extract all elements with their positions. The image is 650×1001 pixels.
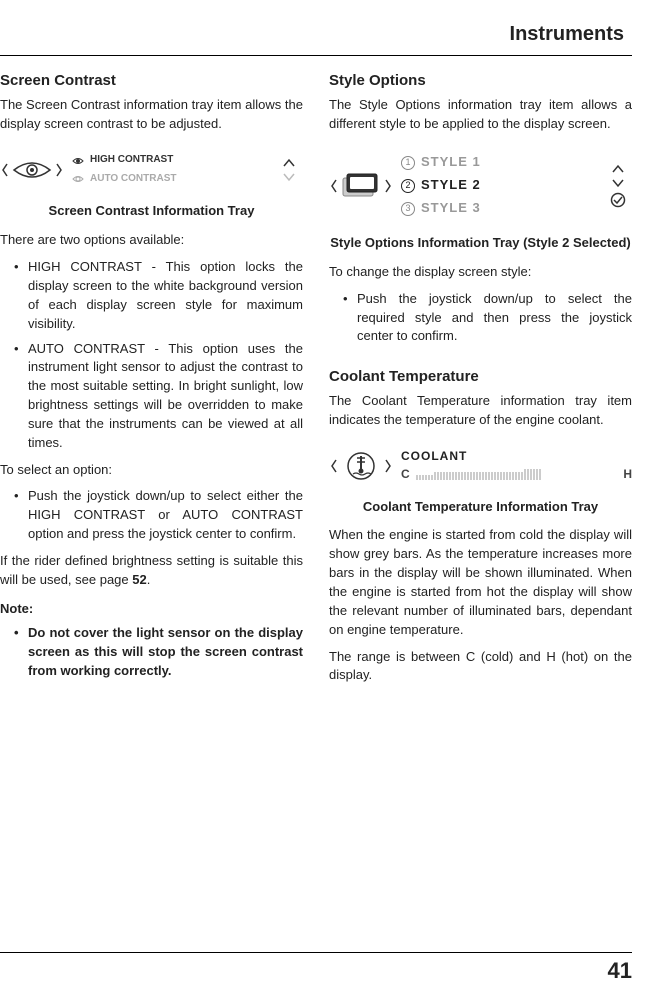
style-up-down-check — [604, 164, 632, 208]
style-row-1: 1 STYLE 1 — [401, 151, 596, 174]
bullet-push-joystick: Push the joystick down/up to select eith… — [14, 487, 303, 544]
contrast-up-down-arrows — [275, 158, 303, 182]
style-row-2: 2 STYLE 2 — [401, 174, 596, 197]
para-rider-brightness: If the rider defined brightness setting … — [0, 552, 303, 590]
footer-rule — [0, 952, 632, 953]
note-item: Do not cover the light sensor on the dis… — [14, 624, 303, 681]
para-coolant-behavior: When the engine is started from cold the… — [329, 526, 632, 639]
chevron-up-icon — [611, 164, 625, 174]
style-list: 1 STYLE 1 2 STYLE 2 3 STYLE 3 — [401, 151, 596, 220]
note-heading: Note: — [0, 600, 303, 619]
chevron-up-icon — [282, 158, 296, 168]
coolant-h-label: H — [623, 466, 632, 483]
page-header-title: Instruments — [510, 23, 624, 45]
bullet-style-push: Push the joystick down/up to select the … — [343, 290, 632, 347]
style-options-tray: 1 STYLE 1 2 STYLE 2 3 STYLE 3 — [329, 143, 632, 228]
caption-style-tray: Style Options Information Tray (Style 2 … — [329, 234, 632, 253]
style-number-2: 2 — [401, 179, 415, 193]
eye-nav-icon — [0, 154, 64, 186]
chevron-down-icon — [611, 178, 625, 188]
coolant-c-label: C — [401, 466, 410, 483]
contrast-options-list: HIGH CONTRAST AUTO CONTRAST — [72, 151, 267, 188]
screen-contrast-tray: HIGH CONTRAST AUTO CONTRAST — [0, 143, 303, 196]
right-column: Style Options The Style Options informat… — [329, 70, 632, 693]
heading-coolant: Coolant Temperature — [329, 366, 632, 388]
page-number: 41 — [608, 955, 632, 987]
para-style-intro: The Style Options information tray item … — [329, 96, 632, 134]
coolant-tray: COOLANT C H — [329, 440, 632, 492]
coolant-nav-icon — [329, 448, 393, 484]
caption-coolant-tray: Coolant Temperature Information Tray — [329, 498, 632, 517]
bullet-high-contrast: HIGH CONTRAST - This option locks the di… — [14, 258, 303, 333]
para-contrast-intro: The Screen Contrast information tray ite… — [0, 96, 303, 134]
coolant-label: COOLANT — [401, 448, 632, 465]
select-bullets: Push the joystick down/up to select eith… — [0, 487, 303, 544]
contrast-option-auto: AUTO CONTRAST — [72, 170, 267, 189]
style-row-3: 3 STYLE 3 — [401, 197, 596, 220]
chevron-down-icon — [282, 172, 296, 182]
note-list: Do not cover the light sensor on the dis… — [0, 624, 303, 681]
para-rider-post: . — [147, 572, 151, 587]
heading-style-options: Style Options — [329, 70, 632, 92]
coolant-gauge-row: C H — [401, 466, 632, 483]
screen-nav-icon — [329, 168, 393, 204]
style-label-1: STYLE 1 — [421, 153, 481, 172]
check-circle-icon — [610, 192, 626, 208]
para-two-options: There are two options available: — [0, 231, 303, 250]
contrast-options-bullets: HIGH CONTRAST - This option locks the di… — [0, 258, 303, 452]
coolant-bars — [416, 468, 618, 480]
para-coolant-range: The range is between C (cold) and H (hot… — [329, 648, 632, 686]
style-label-3: STYLE 3 — [421, 199, 481, 218]
para-to-select: To select an option: — [0, 461, 303, 480]
contrast-option-auto-label: AUTO CONTRAST — [90, 172, 176, 187]
para-rider-pre: If the rider defined brightness setting … — [0, 553, 303, 587]
contrast-option-high: HIGH CONTRAST — [72, 151, 267, 170]
style-number-1: 1 — [401, 156, 415, 170]
para-coolant-intro: The Coolant Temperature information tray… — [329, 392, 632, 430]
caption-contrast-tray: Screen Contrast Information Tray — [0, 202, 303, 221]
para-rider-page: 52 — [132, 572, 146, 587]
eye-outline-icon — [72, 173, 84, 185]
heading-screen-contrast: Screen Contrast — [0, 70, 303, 92]
left-column: Screen Contrast The Screen Contrast info… — [0, 70, 303, 693]
eye-filled-icon — [72, 155, 84, 167]
style-change-bullets: Push the joystick down/up to select the … — [329, 290, 632, 347]
page-header: Instruments — [0, 20, 632, 56]
two-column-layout: Screen Contrast The Screen Contrast info… — [0, 70, 632, 693]
bullet-auto-contrast: AUTO CONTRAST - This option uses the ins… — [14, 340, 303, 453]
style-label-2: STYLE 2 — [421, 176, 481, 195]
para-to-change-style: To change the display screen style: — [329, 263, 632, 282]
coolant-body: COOLANT C H — [401, 448, 632, 483]
contrast-option-high-label: HIGH CONTRAST — [90, 153, 173, 168]
style-number-3: 3 — [401, 202, 415, 216]
